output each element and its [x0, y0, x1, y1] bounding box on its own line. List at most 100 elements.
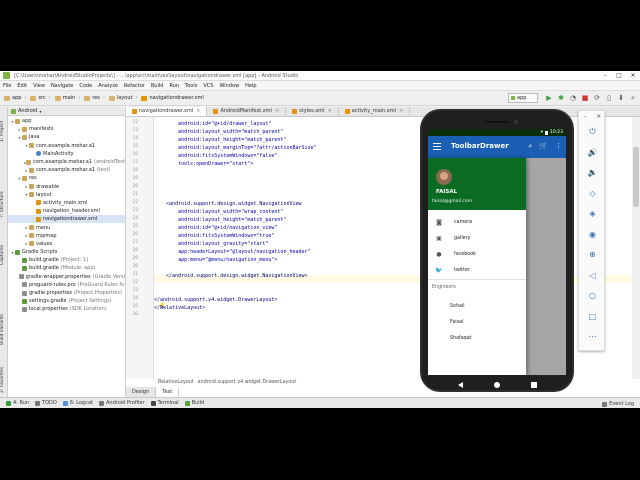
- tool-window-button[interactable]: 4: Run: [6, 400, 29, 406]
- maximize-button[interactable]: □: [612, 71, 626, 81]
- menu-run[interactable]: Run: [166, 83, 182, 89]
- overflow-menu-icon[interactable]: ⋮: [555, 141, 562, 151]
- menu-view[interactable]: View: [30, 83, 48, 89]
- drawer-item-twitter[interactable]: 🐦 twitter: [428, 262, 526, 278]
- zoom-icon[interactable]: ⊕: [585, 247, 600, 262]
- tree-item[interactable]: MainActivity: [8, 150, 125, 158]
- tool-window-button[interactable]: TODO: [35, 400, 57, 406]
- home-icon[interactable]: ○: [585, 288, 600, 303]
- editor-tab[interactable]: activity_main.xml ×: [339, 107, 411, 116]
- tool-tab-1[interactable]: 7: Structure: [0, 182, 8, 227]
- drawer-item-gallery[interactable]: ▣ gallery: [428, 230, 526, 246]
- tree-item[interactable]: ▸ manifests: [8, 125, 125, 133]
- breadcrumb-item[interactable]: navigationdrawer.xml: [139, 95, 205, 101]
- tree-item[interactable]: gradle.properties (Project Properties): [8, 289, 125, 297]
- scrollbar-thumb[interactable]: [633, 147, 639, 207]
- search-icon[interactable]: ⌕: [528, 141, 532, 151]
- tree-item[interactable]: navigationdrawer.xml: [8, 215, 125, 224]
- drawer-scrim[interactable]: [526, 158, 566, 375]
- editor-tab[interactable]: navigationdrawer.xml ×: [126, 107, 208, 116]
- more-icon[interactable]: ⋯: [585, 329, 600, 344]
- tree-item[interactable]: navigation_header.xml: [8, 207, 125, 215]
- tree-item[interactable]: ▾ app: [8, 117, 125, 125]
- run-icon[interactable]: ▶: [544, 93, 554, 103]
- rotate-left-icon[interactable]: ◇: [585, 186, 600, 201]
- breadcrumb-item[interactable]: layout ›: [107, 95, 140, 101]
- volume-down-icon[interactable]: 🔉: [585, 165, 600, 180]
- menu-code[interactable]: Code: [76, 83, 95, 89]
- minimize-button[interactable]: –: [598, 71, 612, 81]
- volume-up-icon[interactable]: 🔊: [585, 145, 600, 160]
- tool-window-button[interactable]: Android Profiler: [99, 400, 145, 406]
- tree-item[interactable]: local.properties (SDK Location): [8, 305, 125, 313]
- tool-tab-0[interactable]: 1: Project: [0, 109, 8, 154]
- breadcrumb-item[interactable]: res ›: [82, 95, 107, 101]
- menu-file[interactable]: File: [0, 83, 14, 89]
- tool-tab-2[interactable]: Captures: [0, 232, 8, 277]
- run-config-selector[interactable]: app: [508, 93, 538, 103]
- menu-window[interactable]: Window: [216, 83, 242, 89]
- close-icon[interactable]: ×: [275, 107, 279, 116]
- cart-icon[interactable]: 🛒: [539, 141, 548, 151]
- editor-breadcrumb-item[interactable]: android.support.v4.widget.DrawerLayout: [198, 380, 297, 385]
- menu-tools[interactable]: Tools: [182, 83, 200, 89]
- close-icon[interactable]: ×: [399, 107, 403, 116]
- close-icon[interactable]: ×: [328, 107, 332, 116]
- drawer-engineer-item[interactable]: Sohail: [428, 298, 526, 314]
- menu-refactor[interactable]: Refactor: [121, 83, 148, 89]
- tree-item[interactable]: ▸ drawable: [8, 183, 125, 191]
- search-icon[interactable]: ⌕: [628, 93, 638, 103]
- home-icon[interactable]: [494, 382, 500, 388]
- tree-item[interactable]: ▾ Gradle Scripts: [8, 248, 125, 256]
- event-log-button[interactable]: Event Log: [602, 401, 634, 407]
- close-button[interactable]: ✕: [626, 71, 640, 81]
- sync-icon[interactable]: ⟳: [592, 93, 602, 103]
- tool-window-button[interactable]: Build: [184, 400, 204, 406]
- menu-build[interactable]: Build: [148, 83, 167, 89]
- breadcrumb-item[interactable]: src ›: [28, 95, 52, 101]
- tool-tab-4[interactable]: 2: Favorites: [0, 357, 8, 402]
- editor-breadcrumb-item[interactable]: RelativeLayout: [158, 380, 194, 385]
- tree-item[interactable]: ▸ menu: [8, 223, 125, 231]
- emulator-minimize-button[interactable]: –: [584, 113, 587, 120]
- editor-tab[interactable]: AndroidManifest.xml ×: [207, 107, 287, 116]
- overview-icon[interactable]: □: [585, 309, 600, 324]
- profile-icon[interactable]: ◔: [568, 93, 578, 103]
- tree-item[interactable]: ▾ com.example.mehar.a1: [8, 142, 125, 150]
- tree-item[interactable]: ▾ java: [8, 133, 125, 141]
- breadcrumb-item[interactable]: main ›: [53, 95, 83, 101]
- tree-item[interactable]: gradle-wrapper.properties (Gradle Versi: [8, 273, 125, 281]
- tree-item[interactable]: settings.gradle (Project Settings): [8, 297, 125, 305]
- menu-analyze[interactable]: Analyze: [95, 83, 121, 89]
- tree-item[interactable]: ▸ com.example.mehar.a1 (androidTest): [8, 158, 125, 166]
- editor-scrollbar[interactable]: [632, 117, 640, 379]
- tree-item[interactable]: proguard-rules.pro (ProGuard Rules fo: [8, 281, 125, 289]
- tree-item[interactable]: ▸ com.example.mehar.a1 (test): [8, 166, 125, 174]
- close-icon[interactable]: ×: [196, 107, 200, 116]
- tab-design[interactable]: Design: [126, 387, 157, 397]
- back-icon[interactable]: ◁: [585, 268, 600, 283]
- tool-tab-3[interactable]: Build Variants: [0, 307, 8, 352]
- emulator-close-button[interactable]: ✕: [596, 113, 601, 120]
- stop-icon[interactable]: ■: [580, 93, 590, 103]
- drawer-engineer-item[interactable]: Shafaqat: [428, 330, 526, 346]
- tree-item[interactable]: build.gradle (Project: 1): [8, 256, 125, 264]
- breadcrumb-item[interactable]: app ›: [2, 95, 28, 101]
- menu-navigate[interactable]: Navigate: [48, 83, 76, 89]
- tree-item[interactable]: ▾ res: [8, 174, 125, 182]
- project-view-selector[interactable]: Android ▾: [8, 107, 125, 116]
- tree-item[interactable]: build.gradle (Module: app): [8, 264, 125, 272]
- tree-item[interactable]: ▸ values: [8, 240, 125, 248]
- menu-vcs[interactable]: VCS: [200, 83, 216, 89]
- overview-icon[interactable]: [531, 382, 537, 388]
- menu-help[interactable]: Help: [242, 83, 259, 89]
- hamburger-menu-icon[interactable]: [433, 143, 441, 150]
- debug-icon[interactable]: ✱: [556, 93, 566, 103]
- back-icon[interactable]: [458, 382, 463, 388]
- drawer-engineer-item[interactable]: Faisal: [428, 314, 526, 330]
- rotate-right-icon[interactable]: ◈: [585, 206, 600, 221]
- sdk-manager-icon[interactable]: ⬇: [616, 93, 626, 103]
- tree-item[interactable]: ▾ layout: [8, 191, 125, 199]
- drawer-item-camera[interactable]: ◙ camera: [428, 214, 526, 230]
- tool-window-button[interactable]: 6: Logcat: [62, 400, 93, 406]
